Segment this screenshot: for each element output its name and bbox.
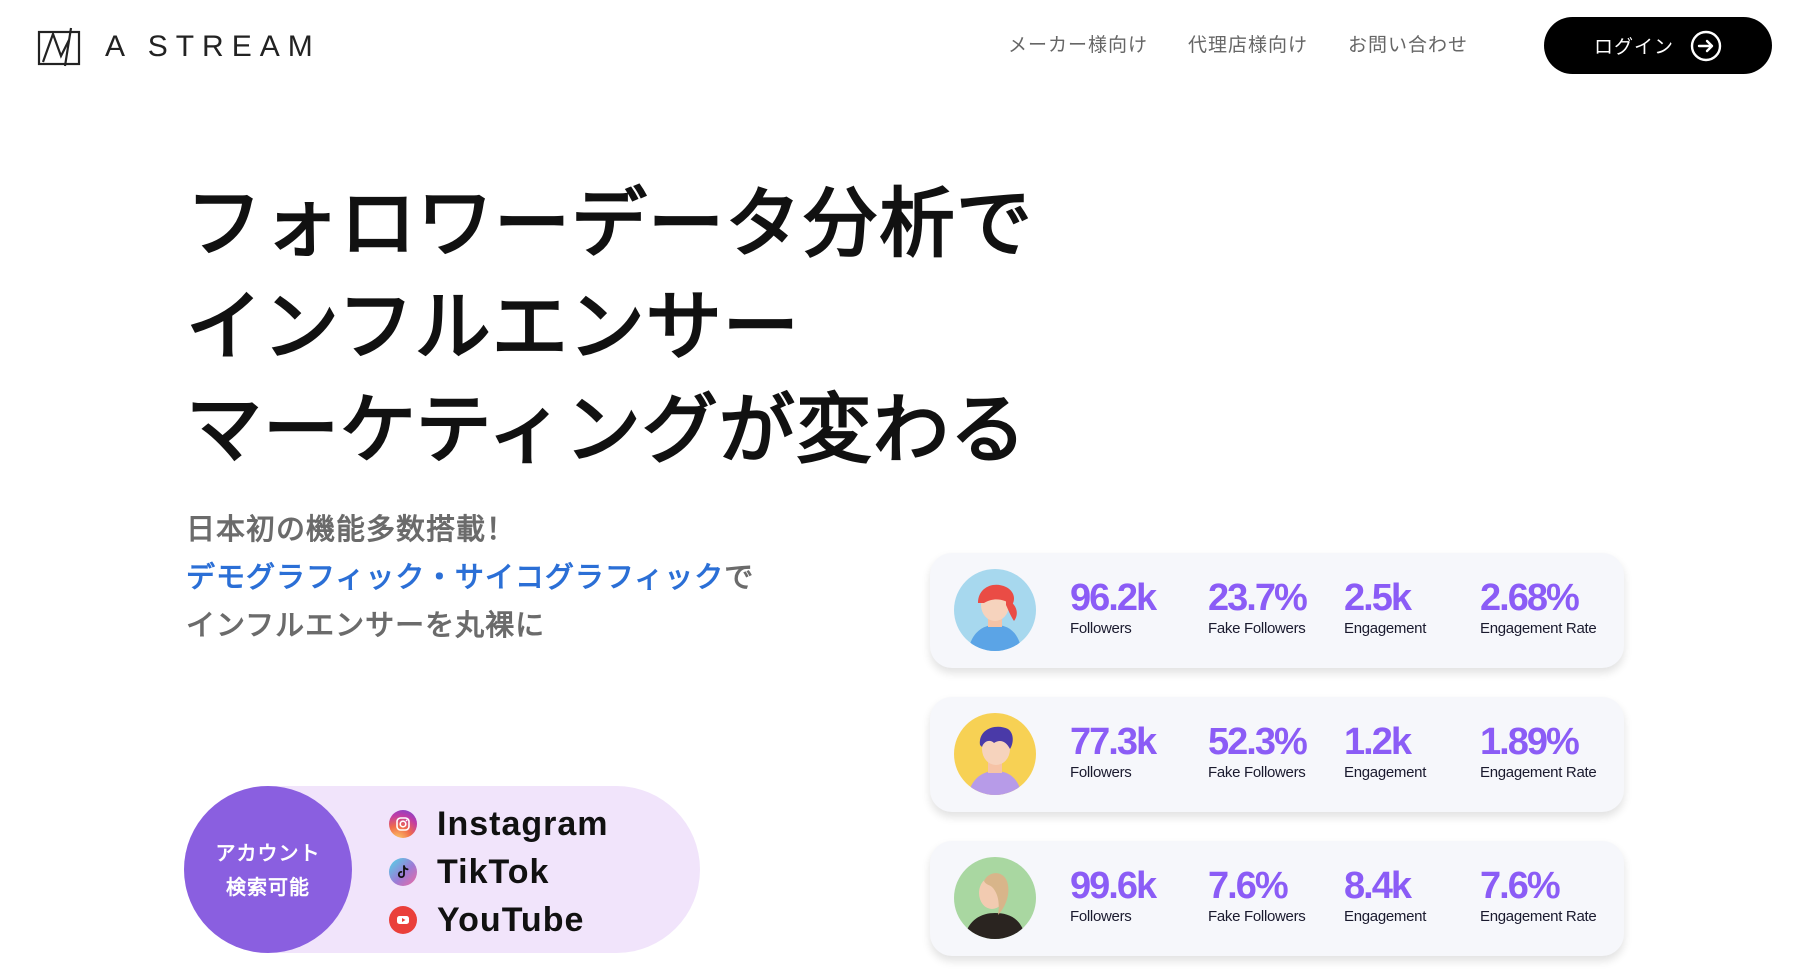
hero-title-line-2: インフルエンサー (186, 282, 800, 371)
platform-item-instagram: Instagram (389, 800, 609, 848)
brand-name: A STREAM (105, 30, 321, 63)
nav-link-makers[interactable]: メーカー様向け (1008, 30, 1148, 57)
stat-label: Followers (1070, 764, 1132, 781)
influencer-card[interactable]: 96.2k Followers 23.7% Fake Followers 2.5… (930, 553, 1624, 668)
stat-value: 2.68% (1480, 577, 1580, 619)
stat-value: 1.2k (1344, 721, 1412, 763)
stat-label: Engagement Rate (1480, 764, 1597, 781)
platform-item-tiktok: TikTok (389, 848, 609, 896)
platform-list: Instagram TikTok YouTube (389, 800, 609, 944)
avatar-red-hair (954, 569, 1036, 651)
nav-link-agencies[interactable]: 代理店様向け (1188, 30, 1308, 57)
youtube-icon (389, 906, 417, 934)
badge-line-1: アカウント (215, 840, 321, 865)
hero-title-line-1: フォロワーデータ分析で (186, 179, 1033, 268)
stat-engagement: 8.4k Engagement (1344, 865, 1426, 925)
stat-label: Engagement (1344, 620, 1427, 637)
platform-name-instagram: Instagram (437, 804, 609, 843)
platform-name-youtube: YouTube (437, 900, 585, 939)
stat-label: Fake Followers (1208, 764, 1306, 781)
login-button[interactable]: ログイン (1544, 17, 1772, 74)
platforms-pill: アカウント 検索可能 Instagram TikTok YouTube (184, 786, 700, 953)
stat-engagement-rate: 2.68% Engagement Rate (1480, 577, 1597, 637)
stat-value: 2.5k (1344, 577, 1412, 619)
stat-fake-followers: 7.6% Fake Followers (1208, 865, 1306, 925)
stat-followers: 99.6k Followers (1070, 865, 1157, 925)
avatar-purple-hair (954, 713, 1036, 795)
stat-value: 23.7% (1208, 577, 1308, 619)
avatar-blonde-hair (954, 857, 1036, 939)
subtitle-line-2: デモグラフィック・サイコグラフィックで (186, 553, 754, 601)
stat-fake-followers: 23.7% Fake Followers (1208, 577, 1308, 637)
stat-value: 1.89% (1480, 721, 1580, 763)
site-header: A STREAM メーカー様向け 代理店様向け お問い合わせ ログイン (0, 0, 1800, 95)
stat-value: 99.6k (1070, 865, 1157, 907)
stat-fake-followers: 52.3% Fake Followers (1208, 721, 1308, 781)
instagram-icon (389, 810, 417, 838)
stat-label: Followers (1070, 620, 1132, 637)
platform-item-youtube: YouTube (389, 896, 609, 944)
main-nav: メーカー様向け 代理店様向け お問い合わせ (1008, 30, 1468, 57)
stat-label: Fake Followers (1208, 620, 1306, 637)
stat-value: 52.3% (1208, 721, 1308, 763)
stat-label: Engagement (1344, 764, 1427, 781)
stat-value: 77.3k (1070, 721, 1157, 763)
badge-line-2: 検索可能 (226, 874, 310, 899)
stat-value: 7.6% (1480, 865, 1561, 907)
stat-engagement-rate: 1.89% Engagement Rate (1480, 721, 1597, 781)
stat-label: Engagement (1344, 908, 1427, 925)
stat-followers: 77.3k Followers (1070, 721, 1157, 781)
subtitle-highlight: デモグラフィック・サイコグラフィック (186, 560, 725, 594)
stat-value: 96.2k (1070, 577, 1157, 619)
brand-logo[interactable]: A STREAM (37, 26, 321, 68)
stat-label: Engagement Rate (1480, 620, 1597, 637)
platform-name-tiktok: TikTok (437, 852, 550, 891)
tiktok-icon (389, 858, 417, 886)
stat-engagement: 2.5k Engagement (1344, 577, 1426, 637)
nav-link-contact[interactable]: お問い合わせ (1348, 30, 1468, 57)
subtitle-line-1: 日本初の機能多数搭載！ (186, 512, 517, 546)
stat-label: Engagement Rate (1480, 908, 1597, 925)
login-label: ログイン (1593, 36, 1674, 58)
stat-label: Fake Followers (1208, 908, 1306, 925)
hero-title-line-3: マーケティングが変わる (186, 385, 1027, 474)
stat-value: 8.4k (1344, 865, 1412, 907)
account-search-badge: アカウント 検索可能 (184, 786, 352, 953)
stat-engagement: 1.2k Engagement (1344, 721, 1426, 781)
stat-label: Followers (1070, 908, 1132, 925)
stat-engagement-rate: 7.6% Engagement Rate (1480, 865, 1597, 925)
arrow-right-circle-icon (1690, 30, 1722, 61)
influencer-card[interactable]: 77.3k Followers 52.3% Fake Followers 1.2… (930, 697, 1624, 812)
stat-followers: 96.2k Followers (1070, 577, 1157, 637)
subtitle-line-2-rest: で (724, 560, 755, 594)
stat-value: 7.6% (1208, 865, 1289, 907)
hero-title: フォロワーデータ分析で インフルエンサー マーケティングが変わる (186, 172, 1033, 481)
hero-subtitle: 日本初の機能多数搭載！ デモグラフィック・サイコグラフィックで インフルエンサー… (186, 505, 754, 649)
influencer-card[interactable]: 99.6k Followers 7.6% Fake Followers 8.4k… (930, 841, 1624, 956)
logo-mark-icon (37, 27, 81, 67)
subtitle-line-3: インフルエンサーを丸裸に (186, 608, 546, 642)
